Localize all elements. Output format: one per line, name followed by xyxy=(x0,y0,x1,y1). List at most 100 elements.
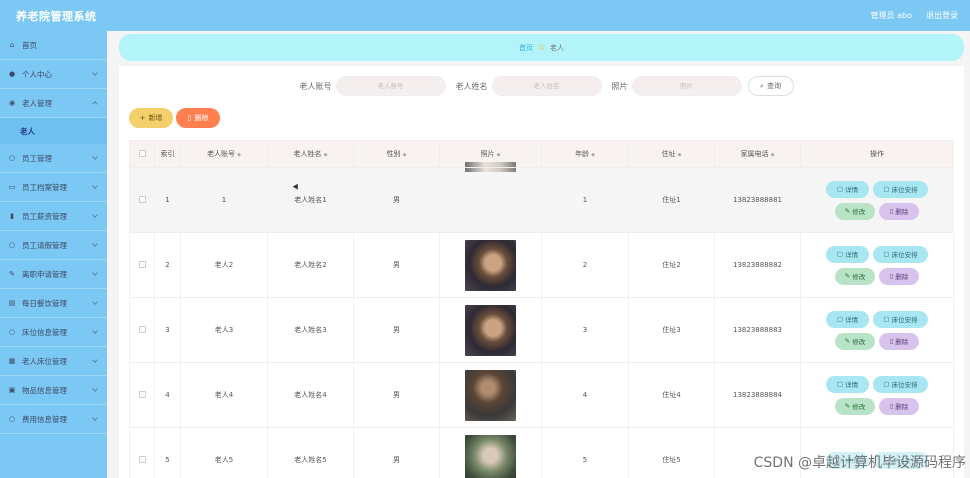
sidebar-subitem-elderly[interactable]: 老人 xyxy=(0,118,107,144)
row-actions: ▢ 详情 ▢ 床位安排 ✎ 修改 ▯ 删除 xyxy=(801,180,953,220)
trash-icon: ▯ xyxy=(889,402,894,410)
row-checkbox[interactable] xyxy=(138,455,146,463)
table-row[interactable]: 3 老人3 老人姓名3 男 3 住址3 13823888883 ▢ 详情 ▢ 床位安… xyxy=(129,297,954,363)
sidebar-item-staff[interactable]: ○ 员工管理 xyxy=(0,144,107,173)
edit-icon: ✎ xyxy=(9,270,15,278)
sidebar-item-goods[interactable]: ▣ 物品信息管理 xyxy=(0,376,107,405)
account-search-input[interactable] xyxy=(335,76,446,96)
top-bar: 养老院管理系统 管理员 abo 退出登录 xyxy=(0,0,970,31)
edit-button[interactable]: ✎ 修改 xyxy=(835,332,875,350)
sidebar-item-staff-archive[interactable]: ▭ 员工档案管理 xyxy=(0,173,107,202)
chevron-down-icon xyxy=(92,299,98,305)
admin-user-label[interactable]: 管理员 abo xyxy=(871,10,912,21)
circle-icon: ○ xyxy=(8,154,16,162)
sort-icon: ◆ xyxy=(402,152,407,158)
table-row[interactable]: 1 1 老人姓名1 男 1 住址1 13823888881 ▢ 详情 ▢ 床位安排 xyxy=(129,162,954,233)
delete-button[interactable]: ▯ 删除 xyxy=(879,397,919,415)
table-row[interactable]: 4 老人4 老人姓名4 男 4 住址4 13823888884 ▢ 详情 ▢ 床位安… xyxy=(129,362,954,428)
sidebar-item-resign[interactable]: ✎ 离职申请管理 xyxy=(0,260,107,289)
plus-icon: + xyxy=(139,114,146,122)
sidebar-item-elderly[interactable]: ◉ 老人管理 xyxy=(0,89,107,118)
edit-button[interactable]: ✎ 修改 xyxy=(835,397,875,415)
sidebar-item-meals[interactable]: ▤ 每日餐饮管理 xyxy=(0,289,107,318)
photo-search-label: 照片 xyxy=(611,81,628,91)
detail-icon: ▢ xyxy=(836,250,844,258)
bed-arrange-button[interactable]: ▢ 床位安排 xyxy=(873,375,928,393)
column-header-phone[interactable]: 家属电话 ◆ xyxy=(714,140,801,168)
edit-icon: ✎ xyxy=(844,272,851,280)
column-header-account[interactable]: 老人账号 ◆ xyxy=(180,140,268,168)
chevron-down-icon xyxy=(92,154,98,160)
sort-icon: ◆ xyxy=(323,152,328,158)
delete-button[interactable]: ▯ 删除 xyxy=(879,202,919,220)
sidebar-item-salary[interactable]: ▮ 员工薪资管理 xyxy=(0,202,107,231)
photo-search-input[interactable] xyxy=(631,76,742,96)
row-actions: ▢ 详情 ▢ 床位安排 ✎ 修改 ▯ 删除 xyxy=(801,245,953,285)
column-header-name[interactable]: 老人姓名 ◆ xyxy=(267,140,354,168)
search-button[interactable]: ⌕ 查询 xyxy=(747,76,794,96)
chevron-down-icon xyxy=(92,415,98,421)
add-button[interactable]: + 新增 xyxy=(129,108,173,128)
breadcrumb: 首页 ☆ 老人 xyxy=(119,34,964,61)
row-checkbox[interactable] xyxy=(138,390,146,398)
bed-icon: ▢ xyxy=(883,380,890,388)
row-checkbox[interactable] xyxy=(138,195,146,203)
select-all-checkbox[interactable] xyxy=(138,149,146,157)
batch-delete-button[interactable]: ▯ 删除 xyxy=(176,108,220,128)
sidebar-item-label: 首页 xyxy=(22,40,37,50)
detail-button[interactable]: ▢ 详情 xyxy=(826,310,869,328)
sidebar-item-fees[interactable]: ○ 费用信息管理 xyxy=(0,405,107,434)
top-bar-actions: 管理员 abo 退出登录 xyxy=(871,10,958,21)
sidebar-item-leave[interactable]: ○ 员工请假管理 xyxy=(0,231,107,260)
main-panel: 老人账号 老人姓名 照片 ⌕ 查询 + 新增 ▯ 删除 索引 老人账号◆ 老人姓… xyxy=(119,66,964,478)
chevron-down-icon xyxy=(92,357,98,363)
detail-icon: ▢ xyxy=(836,380,844,388)
column-header-address[interactable]: 住址 ◆ xyxy=(628,140,715,168)
elderly-photo xyxy=(465,304,516,356)
column-header-gender[interactable]: 性别 ◆ xyxy=(353,140,440,168)
trash-icon: ▯ xyxy=(889,337,894,345)
breadcrumb-home[interactable]: 首页 xyxy=(519,43,533,53)
column-header-age[interactable]: 年龄 ◆ xyxy=(541,140,629,168)
sidebar-item-label: 员工管理 xyxy=(22,153,52,163)
sort-icon: ◆ xyxy=(237,152,241,158)
row-checkbox[interactable] xyxy=(138,325,146,333)
elderly-photo xyxy=(465,239,516,291)
watermark: CSDN @卓越计算机毕设源码程序 xyxy=(753,455,966,471)
bed-arrange-button[interactable]: ▢ 床位安排 xyxy=(873,310,928,328)
sidebar-item-elderly-beds[interactable]: ▦ 老人床位管理 xyxy=(0,347,107,376)
sidebar-item-label: 员工档案管理 xyxy=(22,182,67,192)
bed-arrange-button[interactable]: ▢ 床位安排 xyxy=(873,245,928,263)
search-bar: 老人账号 老人姓名 照片 ⌕ 查询 xyxy=(119,76,964,96)
box-icon: ▣ xyxy=(8,386,16,394)
sidebar-item-label: 离职申请管理 xyxy=(22,269,67,279)
sidebar-item-label: 员工请假管理 xyxy=(22,240,67,250)
user-icon: ● xyxy=(8,70,16,78)
detail-button[interactable]: ▢ 详情 xyxy=(826,375,869,393)
table-row[interactable]: 2 老人2 老人姓名2 男 2 住址2 13823888882 ▢ 详情 ▢ 床位安… xyxy=(129,232,954,298)
search-icon: ⌕ xyxy=(760,81,764,90)
trash-icon: ▯ xyxy=(187,114,192,122)
edit-button[interactable]: ✎ 修改 xyxy=(835,202,875,220)
chevron-down-icon xyxy=(92,270,98,276)
sidebar-item-label: 个人中心 xyxy=(22,69,52,79)
sidebar-item-home[interactable]: ⌂ 首页 xyxy=(0,31,107,60)
photo-cell xyxy=(439,162,542,233)
detail-button[interactable]: ▢ 详情 xyxy=(826,180,869,198)
chevron-down-icon xyxy=(92,386,98,392)
sidebar-item-beds[interactable]: ○ 床位信息管理 xyxy=(0,318,107,347)
sidebar-item-label: 老人管理 xyxy=(22,98,52,108)
row-checkbox[interactable] xyxy=(138,260,146,268)
account-search-label: 老人账号 xyxy=(299,81,332,91)
folder-icon: ▭ xyxy=(8,183,16,191)
detail-button[interactable]: ▢ 详情 xyxy=(826,245,869,263)
name-search-input[interactable] xyxy=(491,76,602,96)
logout-link[interactable]: 退出登录 xyxy=(926,10,958,21)
edit-button[interactable]: ✎ 修改 xyxy=(835,267,875,285)
chevron-down-icon xyxy=(92,212,98,218)
sidebar-item-profile[interactable]: ● 个人中心 xyxy=(0,60,107,89)
delete-button[interactable]: ▯ 删除 xyxy=(879,332,919,350)
delete-button[interactable]: ▯ 删除 xyxy=(879,267,919,285)
bed-arrange-button[interactable]: ▢ 床位安排 xyxy=(873,180,928,198)
name-search-label: 老人姓名 xyxy=(455,81,488,91)
